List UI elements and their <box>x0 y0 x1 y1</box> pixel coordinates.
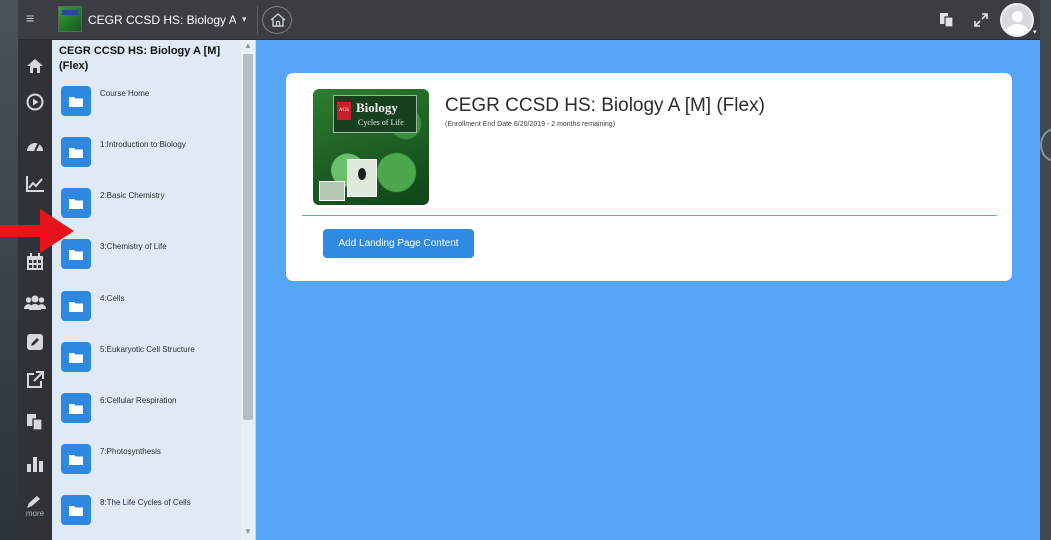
folder-icon <box>61 393 91 423</box>
dashboard-icon[interactable] <box>18 133 52 157</box>
copy-icon[interactable] <box>939 12 955 33</box>
home-button[interactable] <box>262 6 292 34</box>
tree-item-unit-8[interactable]: 8:The Life Cycles of Cells <box>52 489 240 540</box>
expand-icon[interactable] <box>973 12 989 33</box>
enrollment-note: (Enrollment End Date 6/20/2019 - 2 month… <box>445 121 616 128</box>
course-landing-card: AGS Biology Cycles of Life CEGR CCSD HS:… <box>286 73 1012 281</box>
scroll-down-icon[interactable]: ▼ <box>244 527 252 536</box>
tree-item-label: 6:Cellular Respiration <box>100 396 177 405</box>
screen-bezel-left <box>0 0 18 540</box>
external-link-icon[interactable] <box>18 368 52 392</box>
tree-item-label: 1:Introduction to Biology <box>100 140 186 149</box>
scrollbar-thumb[interactable] <box>243 54 253 420</box>
play-circle-icon[interactable] <box>18 90 52 114</box>
cover-inset-photo <box>319 181 345 201</box>
divider <box>302 215 997 216</box>
cover-inset-photo <box>347 159 377 197</box>
top-bar: ≡ CEGR CCSD HS: Biology A ... ▾ ▾ <box>18 0 1040 40</box>
tree-item-label: 8:The Life Cycles of Cells <box>100 498 191 507</box>
add-landing-page-content-button[interactable]: Add Landing Page Content <box>323 229 474 258</box>
more-label[interactable]: more <box>18 509 52 518</box>
tree-item-unit-3[interactable]: 3:Chemistry of Life <box>52 233 240 284</box>
tree-item-label: 7:Photosynthesis <box>100 447 161 456</box>
tree-item-label: 2:Basic Chemistry <box>100 191 165 200</box>
folder-icon <box>61 137 91 167</box>
scroll-up-icon[interactable]: ▲ <box>244 41 252 50</box>
tree-item-label: 5:Eukaryotic Cell Structure <box>100 345 195 354</box>
course-tree-sidebar: CEGR CCSD HS: Biology A [M] (Flex) Cours… <box>52 40 256 540</box>
main-content: AGS Biology Cycles of Life CEGR CCSD HS:… <box>256 40 1040 540</box>
folder-icon <box>61 291 91 321</box>
sidebar-course-title[interactable]: CEGR CCSD HS: Biology A [M] (Flex) <box>59 44 239 74</box>
page-title: CEGR CCSD HS: Biology A [M] (Flex) <box>445 95 765 116</box>
copy-icon[interactable] <box>18 410 52 434</box>
screen-bezel-right <box>1040 0 1051 540</box>
course-switcher-title[interactable]: CEGR CCSD HS: Biology A ... <box>88 13 236 27</box>
tree-item-unit-1[interactable]: 1:Introduction to Biology <box>52 131 240 182</box>
chart-line-icon[interactable] <box>18 172 52 196</box>
tree-item-course-home[interactable]: Course Home <box>52 80 240 131</box>
hamburger-menu-icon[interactable]: ≡ <box>26 11 40 25</box>
cover-subtitle: Cycles of Life <box>358 118 404 127</box>
cover-title-band: AGS Biology Cycles of Life <box>333 95 417 133</box>
folder-icon <box>61 444 91 474</box>
users-icon[interactable] <box>18 290 52 314</box>
edit-icon[interactable] <box>18 330 52 354</box>
left-rail: more <box>18 40 52 540</box>
tree-item-unit-4[interactable]: 4:Cells <box>52 285 240 336</box>
sidebar-scrollbar[interactable]: ▲ ▼ <box>241 40 255 540</box>
cover-title: Biology <box>356 100 398 115</box>
folder-icon <box>61 86 91 116</box>
avatar-caret-icon[interactable]: ▾ <box>1033 28 1037 36</box>
home-icon <box>270 13 286 27</box>
tree-item-unit-6[interactable]: 6:Cellular Respiration <box>52 387 240 438</box>
publisher-logo: AGS <box>337 102 351 120</box>
chevron-down-icon[interactable]: ▾ <box>242 14 247 25</box>
tree-item-unit-2[interactable]: 2:Basic Chemistry <box>52 182 240 233</box>
red-arrow-annotation <box>0 209 74 253</box>
course-cover-image: AGS Biology Cycles of Life <box>313 89 429 205</box>
home-icon[interactable] <box>18 54 52 78</box>
tree-item-label: 3:Chemistry of Life <box>100 242 167 251</box>
folder-icon <box>61 342 91 372</box>
topbar-divider <box>257 6 258 34</box>
course-thumbnail[interactable] <box>58 6 82 32</box>
avatar[interactable] <box>1000 3 1034 37</box>
tree-item-unit-5[interactable]: 5:Eukaryotic Cell Structure <box>52 336 240 387</box>
tree-item-label: Course Home <box>100 89 150 98</box>
folder-icon <box>61 495 91 525</box>
bar-chart-icon[interactable] <box>18 451 52 475</box>
tree-item-unit-7[interactable]: 7:Photosynthesis <box>52 438 240 489</box>
tree-item-label: 4:Cells <box>100 294 125 303</box>
